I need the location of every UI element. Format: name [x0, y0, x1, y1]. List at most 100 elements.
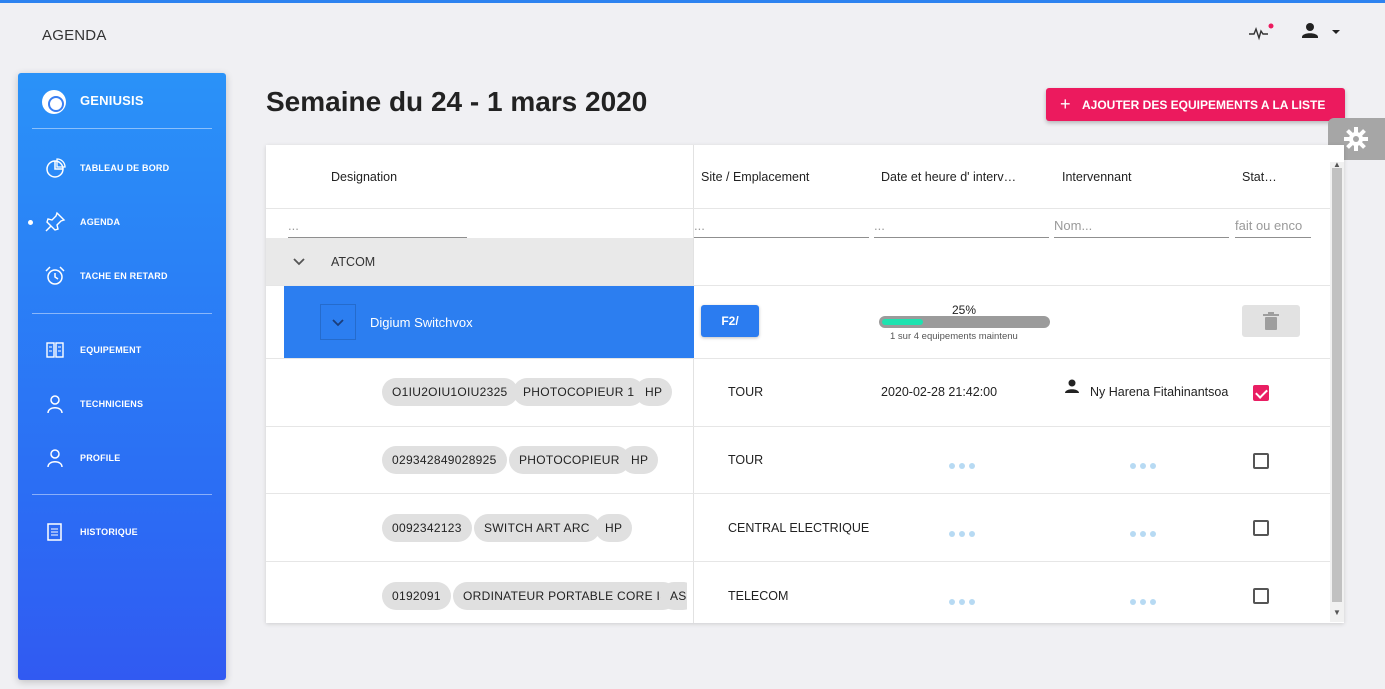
- equipment-icon: [44, 339, 66, 361]
- sidebar-item-tableau-de-bord[interactable]: TABLEAU DE BORD: [18, 150, 226, 186]
- person-icon: [44, 447, 66, 469]
- chip-type: PHOTOCOPIEUR 1: [513, 378, 645, 406]
- status-checkbox[interactable]: [1253, 385, 1269, 401]
- cell-intervenant: Ny Harena Fitahinantsoa: [1090, 385, 1229, 399]
- chip-serial: 029342849028925: [382, 446, 507, 474]
- col-header-designation[interactable]: Designation: [331, 170, 397, 184]
- loading-dots: [1130, 592, 1162, 605]
- chevron-down-icon: [332, 319, 344, 327]
- filter-statut[interactable]: fait ou enco: [1235, 215, 1311, 238]
- gear-icon: [1344, 127, 1368, 151]
- sidebar-item-label: HISTORIQUE: [80, 527, 138, 537]
- loading-dots: [949, 456, 981, 469]
- scroll-up-icon[interactable]: ▲: [1333, 160, 1341, 169]
- site-button[interactable]: F2/: [701, 305, 759, 337]
- row-divider: [266, 561, 1330, 562]
- chip-brand: HP: [635, 378, 673, 406]
- progress-bar: [879, 316, 1050, 328]
- sidebar-item-techniciens[interactable]: TECHNICIENS: [18, 386, 226, 422]
- row-divider: [266, 426, 1330, 427]
- loading-dots: [949, 524, 981, 537]
- brand[interactable]: GENIUSIS: [18, 73, 226, 129]
- header-divider: [266, 208, 1330, 209]
- group-row[interactable]: ATCOM: [266, 238, 693, 286]
- person-icon: [1065, 379, 1079, 393]
- alarm-icon: [44, 265, 66, 287]
- loading-dots: [949, 592, 981, 605]
- app-title: AGENDA: [42, 27, 107, 44]
- sidebar-item-label: AGENDA: [80, 217, 121, 227]
- col-header-site[interactable]: Site / Emplacement: [701, 170, 809, 184]
- active-indicator: [28, 220, 33, 225]
- row-divider: [266, 358, 1330, 359]
- subgroup-label: Digium Switchvox: [370, 315, 473, 330]
- filter-designation[interactable]: ...: [288, 215, 467, 238]
- sidebar-item-label: TACHE EN RETARD: [80, 271, 168, 281]
- filter-date[interactable]: ...: [874, 215, 1049, 238]
- table-row[interactable]: 0192091 ORDINATEUR PORTABLE CORE I4 AS: [266, 575, 687, 615]
- status-checkbox[interactable]: [1253, 520, 1269, 536]
- pulse-icon[interactable]: [1248, 22, 1274, 42]
- delete-button[interactable]: [1242, 305, 1300, 337]
- chip-serial: O1IU2OIU1OIU2325: [382, 378, 518, 406]
- progress-percent: 25%: [952, 303, 977, 317]
- collapse-button[interactable]: [320, 304, 356, 340]
- col-header-statut[interactable]: Stat…: [1242, 170, 1277, 184]
- add-equipment-button[interactable]: + AJOUTER DES EQUIPEMENTS A LA LISTE: [1046, 88, 1345, 121]
- person-icon: [44, 393, 66, 415]
- cell-date: 2020-02-28 21:42:00: [881, 385, 998, 399]
- equipment-table: Designation Site / Emplacement Date et h…: [266, 145, 1344, 623]
- divider: [32, 128, 212, 129]
- add-equipment-label: AJOUTER DES EQUIPEMENTS A LA LISTE: [1082, 98, 1326, 112]
- chip-brand: AS: [660, 582, 687, 610]
- sidebar-item-profile[interactable]: PROFILE: [18, 440, 226, 476]
- cell-site: TOUR: [728, 385, 764, 399]
- chip-type: ORDINATEUR PORTABLE CORE I4: [453, 582, 678, 610]
- pie-chart-icon: [44, 157, 66, 179]
- sidebar-item-label: TABLEAU DE BORD: [80, 163, 170, 173]
- status-checkbox[interactable]: [1253, 588, 1269, 604]
- filter-intervenant[interactable]: Nom...: [1054, 215, 1229, 238]
- sidebar-item-historique[interactable]: HISTORIQUE: [18, 514, 226, 550]
- sidebar: GENIUSIS TABLEAU DE BORD AGENDA TACHE EN…: [18, 73, 226, 680]
- sidebar-item-label: EQUIPEMENT: [80, 345, 142, 355]
- sidebar-item-tache-en-retard[interactable]: TACHE EN RETARD: [18, 258, 226, 294]
- trash-icon: [1263, 312, 1279, 330]
- account-icon: [1302, 23, 1340, 38]
- page-title: Semaine du 24 - 1 mars 2020: [266, 86, 648, 117]
- col-header-intervenant[interactable]: Intervennant: [1062, 170, 1132, 184]
- scroll-down-icon[interactable]: ▼: [1333, 608, 1341, 617]
- document-icon: [44, 521, 66, 543]
- filter-site[interactable]: ...: [694, 215, 869, 238]
- cell-site: TOUR: [728, 453, 764, 467]
- user-menu[interactable]: [1300, 21, 1344, 43]
- cell-site: TELECOM: [728, 589, 789, 603]
- loading-dots: [1130, 524, 1162, 537]
- chevron-down-icon: [1332, 30, 1340, 34]
- sidebar-item-equipement[interactable]: EQUIPEMENT: [18, 332, 226, 368]
- group-label: ATCOM: [331, 255, 376, 269]
- subgroup-row[interactable]: Digium Switchvox: [284, 286, 694, 358]
- cell-site: CENTRAL ELECTRIQUE: [728, 521, 870, 535]
- logo-icon: [42, 90, 66, 114]
- progress-note: 1 sur 4 equipements maintenu: [890, 331, 1018, 342]
- sidebar-item-label: TECHNICIENS: [80, 399, 144, 409]
- scrollbar-thumb[interactable]: [1332, 168, 1342, 602]
- divider: [32, 313, 212, 314]
- sidebar-item-agenda[interactable]: AGENDA: [18, 204, 226, 240]
- chip-type: SWITCH ART ARC: [474, 514, 600, 542]
- col-header-date[interactable]: Date et heure d' interv…: [881, 170, 1016, 184]
- loading-dots: [1130, 456, 1162, 469]
- divider: [32, 494, 212, 495]
- app-bar: AGENDA: [0, 3, 1385, 63]
- row-divider: [266, 493, 1330, 494]
- chevron-down-icon: [293, 258, 305, 266]
- chip-brand: HP: [621, 446, 659, 474]
- status-checkbox[interactable]: [1253, 453, 1269, 469]
- progress-fill: [882, 319, 923, 325]
- chip-type: PHOTOCOPIEUR: [509, 446, 630, 474]
- pin-icon: [44, 211, 66, 233]
- plus-icon: +: [1060, 94, 1071, 114]
- chip-brand: HP: [595, 514, 633, 542]
- brand-name: GENIUSIS: [80, 93, 144, 108]
